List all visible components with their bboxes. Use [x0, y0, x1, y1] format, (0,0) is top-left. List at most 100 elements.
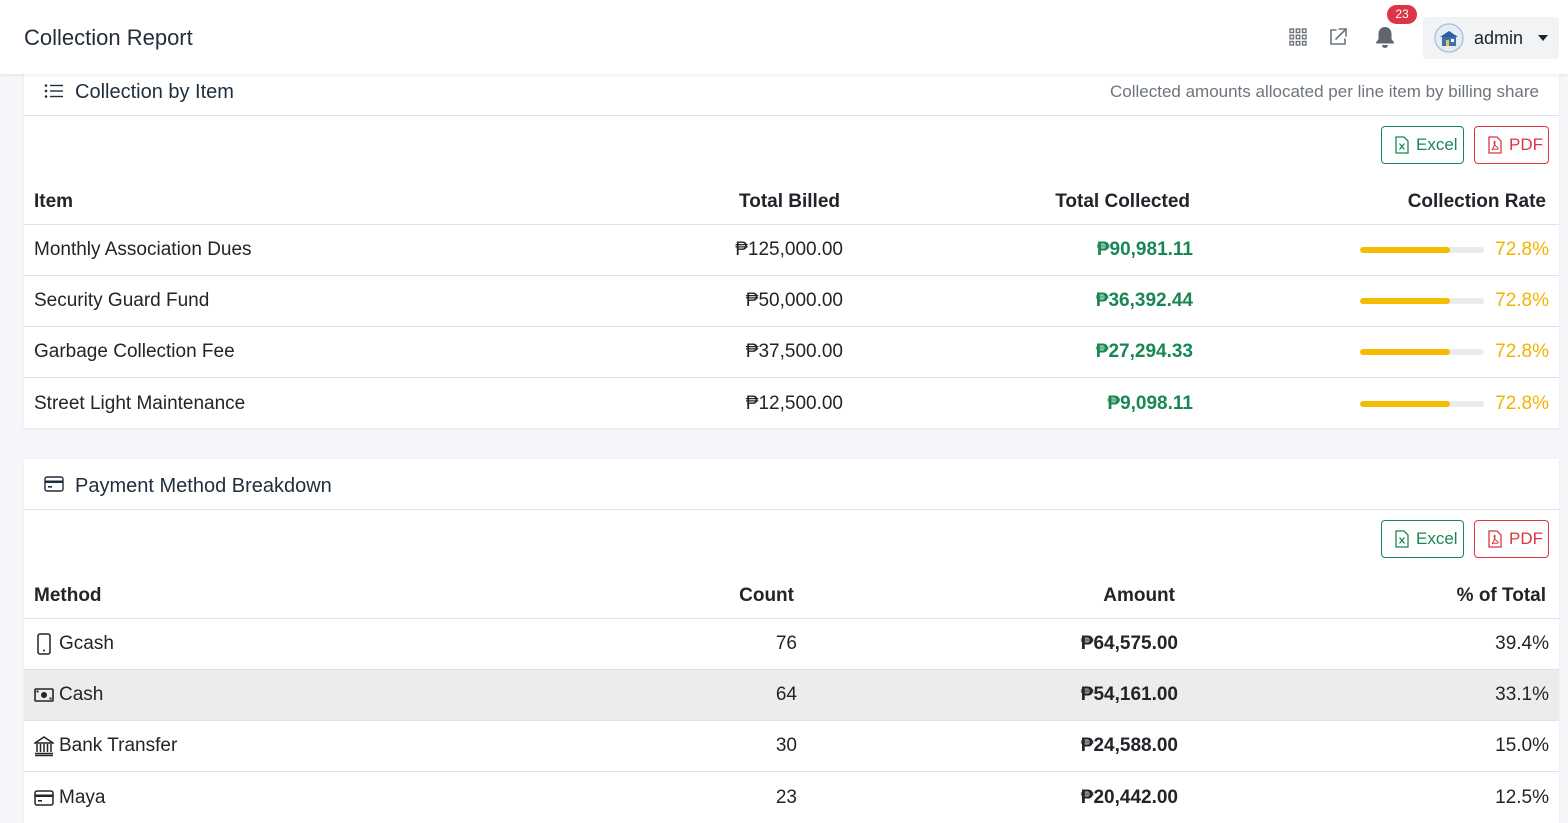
- total-collected: ₱90,981.11: [1096, 239, 1193, 260]
- total-billed: ₱12,500.00: [745, 392, 843, 414]
- rate-bar-fill: [1360, 400, 1451, 407]
- pdf-file-icon: [1488, 530, 1502, 548]
- total-collected: ₱36,392.44: [1095, 290, 1193, 311]
- method-cell: Bank Transfer: [34, 721, 177, 771]
- collection-rate: 72.8%: [1360, 225, 1549, 275]
- method-name: Cash: [59, 684, 104, 705]
- table-row: Monthly Association Dues ₱125,000.00 ₱90…: [24, 225, 1559, 276]
- table-row: Maya 23 ₱20,442.00 12.5%: [24, 772, 1559, 823]
- avatar: [1434, 23, 1464, 53]
- excel-export-button[interactable]: Excel: [1381, 126, 1464, 164]
- method-name: Maya: [59, 786, 106, 808]
- page-title: Collection Report: [24, 25, 193, 50]
- method-count: 64: [775, 684, 797, 705]
- pdf-label: PDF: [1509, 529, 1543, 548]
- excel-label: Excel: [1416, 135, 1458, 154]
- method-share: 33.1%: [1495, 684, 1549, 705]
- top-header: Collection Report 23 admin: [0, 0, 1568, 74]
- rate-bar: [1360, 349, 1485, 355]
- phone-icon: [34, 633, 54, 655]
- pdf-label: PDF: [1509, 135, 1543, 154]
- collection-rate: 72.8%: [1360, 276, 1549, 326]
- card-subtitle: Collected amounts allocated per line ite…: [1109, 82, 1539, 101]
- item-name: Monthly Association Dues: [34, 239, 252, 260]
- table-row: Cash 64 ₱54,161.00 33.1%: [24, 670, 1559, 721]
- card-header: Collection by Item Collected amounts all…: [24, 70, 1559, 116]
- method-count: 23: [775, 786, 797, 808]
- item-name: Security Guard Fund: [34, 290, 210, 311]
- method-share: 15.0%: [1495, 735, 1549, 756]
- excel-file-icon: [1395, 136, 1409, 154]
- rate-bar: [1360, 298, 1485, 304]
- col-amount: Amount: [1103, 584, 1175, 606]
- card-header: Payment Method Breakdown: [24, 459, 1559, 510]
- total-billed: ₱50,000.00: [745, 290, 843, 311]
- method-count: 76: [775, 633, 797, 654]
- excel-file-icon: [1395, 530, 1409, 548]
- col-item: Item: [34, 190, 74, 212]
- notification-badge: 23: [1387, 5, 1417, 24]
- table-row: Street Light Maintenance ₱12,500.00 ₱9,0…: [24, 378, 1559, 429]
- rate-bar-fill: [1360, 349, 1451, 355]
- table-row: Gcash 76 ₱64,575.00 39.4%: [24, 619, 1559, 670]
- external-link-icon[interactable]: [1325, 24, 1351, 50]
- bell-icon[interactable]: [1372, 24, 1398, 50]
- rate-bar: [1360, 247, 1485, 253]
- rate-value: 72.8%: [1495, 290, 1549, 311]
- total-collected: ₱27,294.33: [1095, 341, 1193, 362]
- method-amount: ₱24,588.00: [1080, 735, 1178, 756]
- list-icon: [44, 83, 64, 104]
- table-row: Bank Transfer 30 ₱24,588.00 15.0%: [24, 721, 1559, 772]
- col-method: Method: [34, 584, 102, 606]
- total-collected: ₱9,098.11: [1107, 392, 1193, 414]
- col-count: Count: [739, 584, 794, 606]
- method-cell: Cash: [34, 670, 103, 720]
- credit-card-icon: [44, 476, 64, 497]
- method-name: Gcash: [59, 633, 114, 654]
- method-share: 12.5%: [1495, 786, 1549, 808]
- rate-value: 72.8%: [1495, 392, 1549, 414]
- col-percent-of-total: % of Total: [1456, 584, 1546, 606]
- collection-rate: 72.8%: [1360, 327, 1549, 377]
- user-name: admin: [1474, 27, 1524, 48]
- rate-bar-fill: [1360, 298, 1451, 304]
- col-total-billed: Total Billed: [739, 190, 840, 212]
- total-billed: ₱125,000.00: [735, 239, 843, 260]
- collection-rate: 72.8%: [1360, 378, 1549, 429]
- method-amount: ₱54,161.00: [1080, 684, 1178, 705]
- rate-value: 72.8%: [1495, 239, 1549, 260]
- rate-bar: [1360, 400, 1485, 407]
- pdf-export-button[interactable]: PDF: [1474, 126, 1549, 164]
- table-header: Item Total Billed Total Collected Collec…: [24, 179, 1559, 225]
- method-cell: Maya: [34, 772, 105, 823]
- user-menu[interactable]: admin: [1423, 17, 1559, 59]
- col-collection-rate: Collection Rate: [1407, 190, 1546, 212]
- method-count: 30: [775, 735, 797, 756]
- card-title: Payment Method Breakdown: [75, 475, 332, 497]
- chevron-down-icon: [1537, 29, 1549, 47]
- table-row: Security Guard Fund ₱50,000.00 ₱36,392.4…: [24, 276, 1559, 327]
- excel-label: Excel: [1416, 529, 1458, 548]
- method-name: Bank Transfer: [59, 735, 178, 756]
- cash-icon: [34, 684, 54, 706]
- total-billed: ₱37,500.00: [745, 341, 843, 362]
- table-row: Garbage Collection Fee ₱37,500.00 ₱27,29…: [24, 327, 1559, 378]
- rate-value: 72.8%: [1495, 341, 1549, 362]
- excel-export-button[interactable]: Excel: [1381, 520, 1464, 558]
- payment-method-breakdown-card: Payment Method Breakdown Excel PDF Metho…: [24, 459, 1559, 823]
- apps-grid-icon[interactable]: [1285, 24, 1311, 50]
- col-total-collected: Total Collected: [1055, 190, 1190, 212]
- card-title: Collection by Item: [75, 81, 234, 103]
- rate-bar-fill: [1360, 247, 1451, 253]
- method-cell: Gcash: [34, 619, 114, 669]
- collection-by-item-card: Collection by Item Collected amounts all…: [24, 70, 1559, 428]
- method-share: 39.4%: [1495, 633, 1549, 654]
- method-amount: ₱20,442.00: [1080, 786, 1178, 808]
- table-header: Method Count Amount % of Total: [24, 573, 1559, 619]
- item-name: Garbage Collection Fee: [34, 341, 235, 362]
- card-icon: [34, 787, 54, 809]
- item-name: Street Light Maintenance: [34, 392, 246, 414]
- pdf-export-button[interactable]: PDF: [1474, 520, 1549, 558]
- method-amount: ₱64,575.00: [1080, 633, 1178, 654]
- pdf-file-icon: [1488, 136, 1502, 154]
